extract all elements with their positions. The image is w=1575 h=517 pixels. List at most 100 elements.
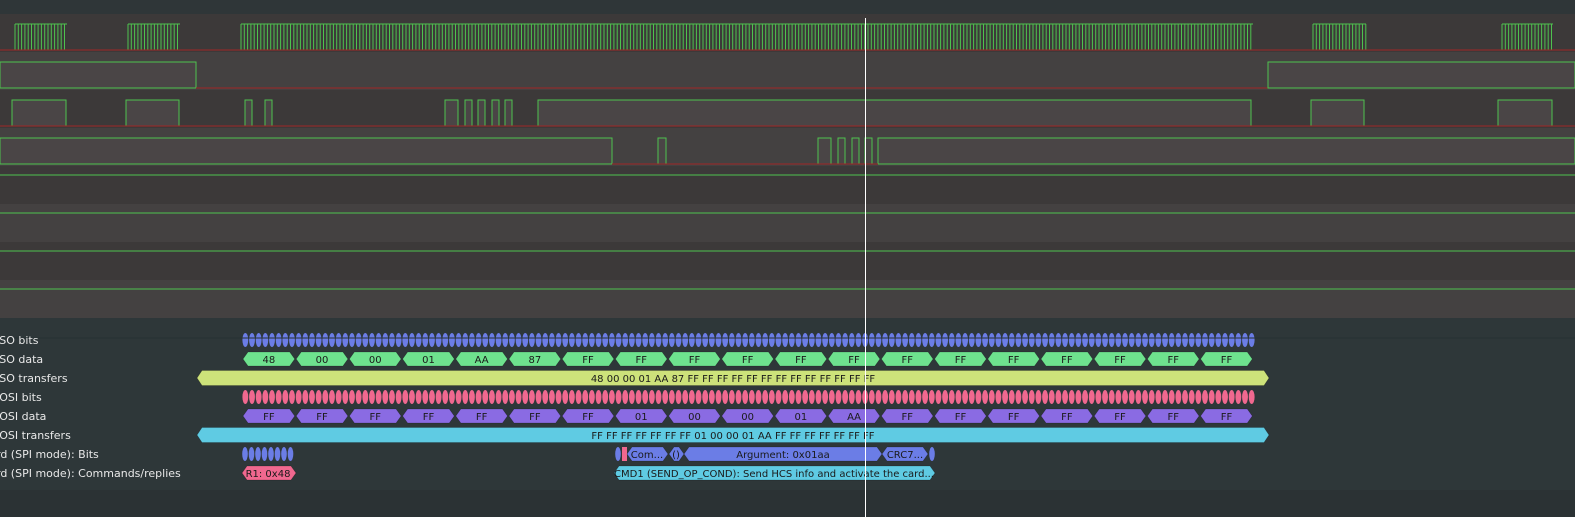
mosi-byte-label: 00 <box>741 412 754 423</box>
mosi-bit <box>902 390 909 404</box>
mosi-bit <box>1168 390 1175 404</box>
mosi-bit <box>1115 390 1122 404</box>
miso-bit <box>568 333 575 347</box>
miso-byte-label: FF <box>1221 355 1233 366</box>
row-label-miso-data: ISO data <box>0 353 44 366</box>
mosi-bit <box>1108 390 1115 404</box>
mosi-bit <box>522 390 529 404</box>
row-label-mosi-data: IOSI data <box>0 410 47 423</box>
mosi-bit <box>722 390 729 404</box>
mosi-bit <box>495 390 502 404</box>
mosi-bit <box>1055 390 1062 404</box>
mosi-bit <box>1062 390 1068 404</box>
mosi-bit <box>255 390 262 404</box>
bottom-strip <box>0 490 1575 517</box>
mosi-bit <box>602 390 609 404</box>
waveform-canvas[interactable]: 48 00 00 01 AA 87 FF FF FF FF FF FF FF FF FF FF FF FF FF FF… <box>0 0 1575 517</box>
mosi-bit <box>768 390 775 404</box>
mosi-bit <box>782 390 789 404</box>
mosi-bit <box>842 390 849 404</box>
mosi-bit <box>275 390 282 404</box>
miso-bit <box>475 333 482 347</box>
mosi-byte-label: FF <box>369 412 381 423</box>
mosi-bit <box>462 390 469 404</box>
miso-bit <box>842 333 849 347</box>
miso-bit <box>382 333 389 347</box>
miso-bit <box>342 333 349 347</box>
miso-bit <box>588 333 595 347</box>
miso-byte-label: FF <box>742 355 754 366</box>
miso-pulse-8 <box>504 99 513 127</box>
mosi-bit <box>1035 390 1042 404</box>
mosi-bit <box>488 390 495 404</box>
miso-bit <box>1042 333 1049 347</box>
miso-bit <box>1022 333 1029 347</box>
mosi-bit <box>475 390 482 404</box>
sd-reply-bit <box>287 447 294 461</box>
mosi-bit <box>882 390 889 404</box>
mosi-bit <box>928 390 935 404</box>
row-label-miso-transfers: ISO transfers <box>0 372 68 385</box>
miso-bit <box>755 333 762 347</box>
miso-bit <box>895 333 902 347</box>
mosi-byte-label: FF <box>901 412 913 423</box>
row-label-miso-bits: ISO bits <box>0 334 39 347</box>
mosi-bit <box>622 390 629 404</box>
mosi-bit <box>675 390 682 404</box>
sd-reply-bit <box>281 447 287 461</box>
mosi-bit <box>1002 390 1009 404</box>
mosi-bit <box>282 390 289 404</box>
miso-bit <box>1062 333 1068 347</box>
mosi-bit <box>535 390 542 404</box>
miso-bit <box>788 333 795 347</box>
miso-bit <box>528 333 535 347</box>
miso-bit <box>855 333 862 347</box>
mosi-bit <box>635 390 642 404</box>
miso-pulse-11 <box>1497 99 1553 127</box>
miso-bit <box>1028 333 1035 347</box>
miso-bit <box>468 333 475 347</box>
miso-bit <box>635 333 642 347</box>
mosi-bit <box>742 390 749 404</box>
miso-bit <box>522 333 529 347</box>
miso-bit <box>1142 333 1148 347</box>
mosi-bit <box>562 390 569 404</box>
mosi-bit <box>728 390 735 404</box>
miso-bit <box>935 333 942 347</box>
miso-bit <box>795 333 802 347</box>
miso-bit <box>875 333 882 347</box>
mosi-bit <box>1188 390 1195 404</box>
mosi-bit <box>289 390 295 404</box>
mosi-bit <box>682 390 689 404</box>
mosi-bit <box>748 390 755 404</box>
mosi-bit <box>982 390 989 404</box>
miso-bit <box>369 333 375 347</box>
miso-bit <box>535 333 542 347</box>
miso-bit <box>608 333 615 347</box>
miso-bit <box>1108 333 1115 347</box>
sd-reply-bit <box>255 447 261 461</box>
miso-bit <box>942 333 949 347</box>
miso-bit <box>262 333 269 347</box>
row-label-mosi-bits: IOSI bits <box>0 391 42 404</box>
mosi-bit <box>615 390 622 404</box>
mosi-pulse-2 <box>817 137 832 165</box>
mosi-bit <box>395 390 402 404</box>
miso-bit <box>615 333 622 347</box>
miso-pulse-3 <box>264 99 273 127</box>
mosi-bit <box>962 390 969 404</box>
miso-transfer-label: 48 00 00 01 AA 87 FF FF FF FF FF FF FF F… <box>591 374 876 385</box>
sd-reply-bit <box>261 447 268 461</box>
miso-bit <box>249 333 255 347</box>
miso-byte-label: FF <box>955 355 967 366</box>
miso-bit <box>808 333 815 347</box>
mosi-bit <box>582 390 589 404</box>
miso-bit <box>1002 333 1009 347</box>
mosi-bit <box>1162 390 1168 404</box>
miso-pulse-5 <box>464 99 473 127</box>
channel-band-5 <box>0 204 1575 242</box>
miso-byte-label: FF <box>1114 355 1126 366</box>
sd-dir-bit <box>622 447 627 461</box>
mosi-bit <box>382 390 389 404</box>
miso-bit <box>1208 333 1215 347</box>
